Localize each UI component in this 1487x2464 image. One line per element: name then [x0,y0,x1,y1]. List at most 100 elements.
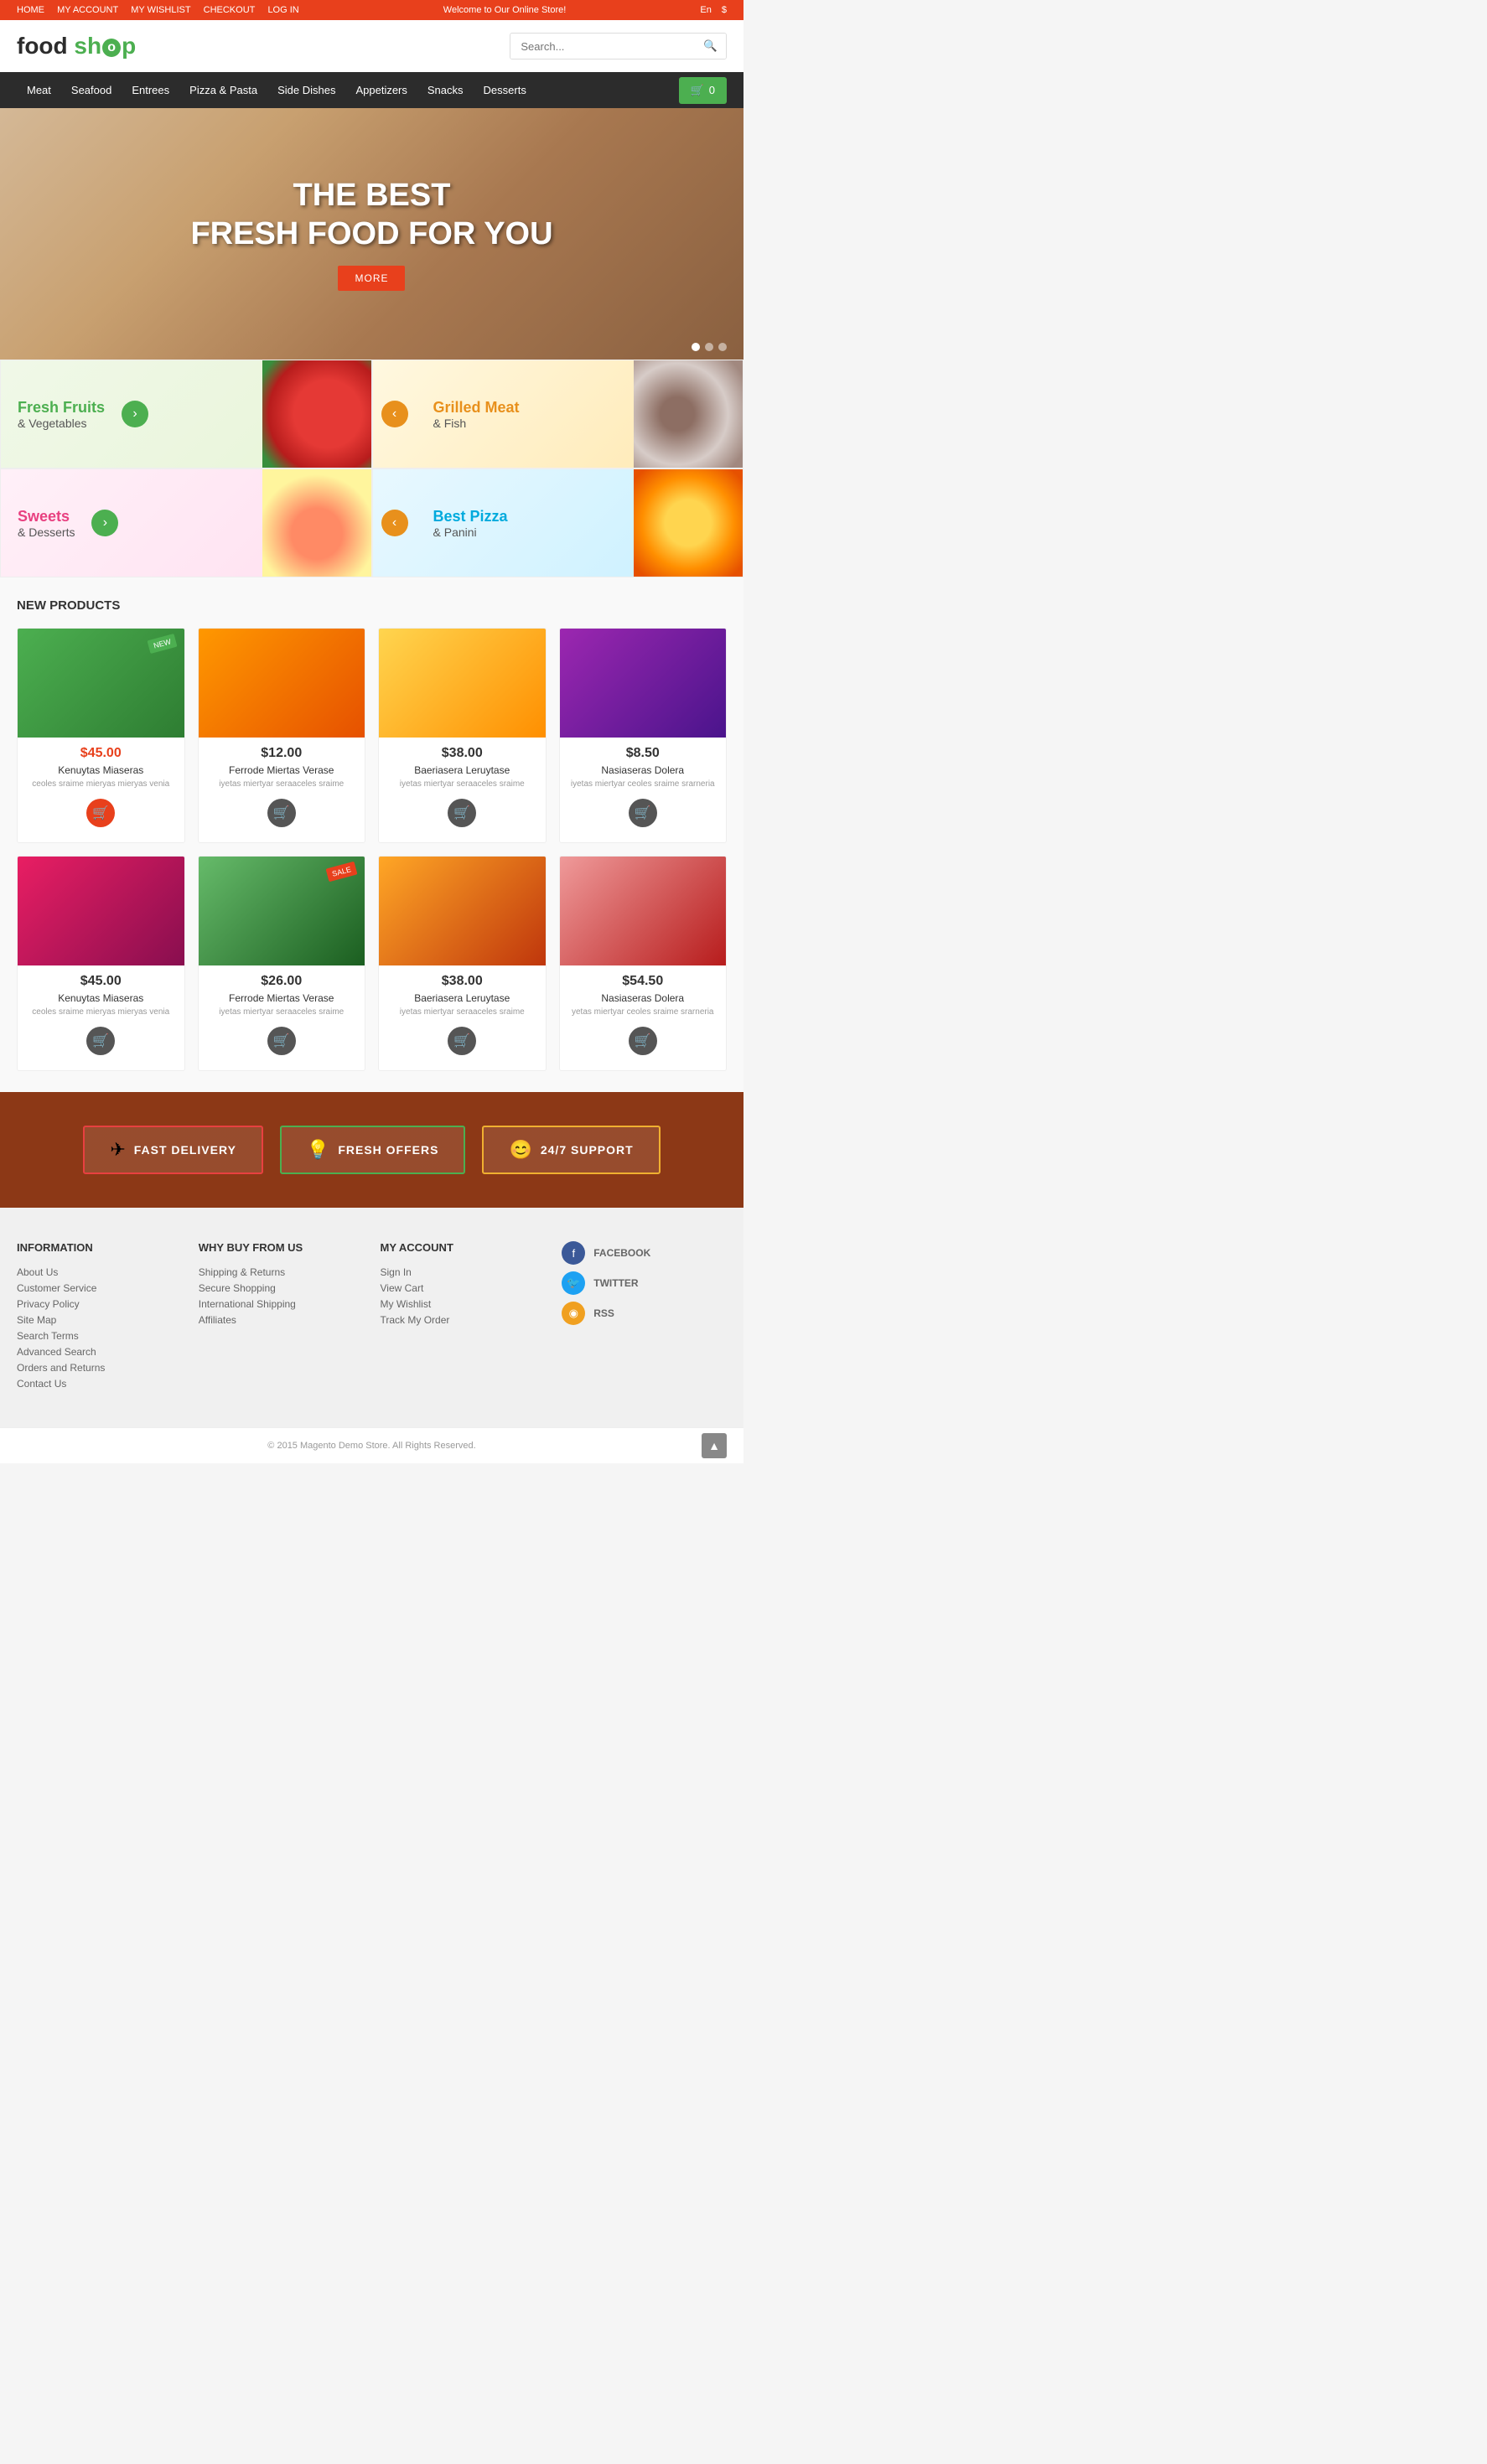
promo-sweets: Sweets & Desserts › [0,468,372,577]
product-image-5 [18,857,184,965]
hero-dot-2[interactable] [705,343,713,351]
product-image-8 [560,857,727,965]
nav-checkout[interactable]: CHECKOUT [204,5,256,15]
promo-fruits: Fresh Fruits & Vegetables › [0,360,372,468]
nav-sides[interactable]: Side Dishes [267,72,345,108]
hero-title: THE BEST FRESH FOOD FOR YOU [190,177,552,253]
nav-appetizers[interactable]: Appetizers [345,72,417,108]
add-to-cart-6[interactable]: 🛒 [267,1027,296,1055]
hero-line2: FRESH FOOD FOR YOU [190,216,552,251]
offers-icon: 💡 [307,1139,329,1161]
nav-entrees[interactable]: Entrees [122,72,179,108]
promo-pizza-arrow[interactable]: ‹ [381,510,408,536]
promo-pizza-text: Best Pizza & Panini [417,491,516,556]
footer-my-wishlist[interactable]: My Wishlist [381,1298,546,1310]
footer-view-cart[interactable]: View Cart [381,1282,546,1294]
hero-dot-1[interactable] [692,343,700,351]
nav-home[interactable]: HOME [17,5,44,15]
twitter-label: TWITTER [593,1277,638,1289]
footer-why-title: WHY BUY FROM US [199,1241,364,1254]
nav-account[interactable]: MY ACCOUNT [57,5,118,15]
product-price-3: $38.00 [387,746,537,761]
hero-more-button[interactable]: MORE [338,266,405,291]
footer-shipping[interactable]: Shipping & Returns [199,1266,364,1278]
footer-track-order[interactable]: Track My Order [381,1314,546,1326]
footer-secure[interactable]: Secure Shopping [199,1282,364,1294]
footer-orders[interactable]: Orders and Returns [17,1362,182,1374]
feature-support: 😊 24/7 SUPPORT [482,1126,660,1174]
promo-fruits-arrow[interactable]: › [122,401,148,427]
features-banner: ✈ FAST DELIVERY 💡 FRESH OFFERS 😊 24/7 SU… [0,1092,744,1208]
add-to-cart-4[interactable]: 🛒 [629,799,657,827]
footer-contact[interactable]: Contact Us [17,1378,182,1390]
product-name-8: Nasiaseras Dolera [568,992,718,1004]
product-image-7 [379,857,546,965]
footer-why: WHY BUY FROM US Shipping & Returns Secur… [199,1241,364,1394]
cart-button[interactable]: 🛒 0 [679,77,727,104]
add-to-cart-1[interactable]: 🛒 [86,799,115,827]
footer-advanced-search[interactable]: Advanced Search [17,1346,182,1358]
facebook-label: FACEBOOK [593,1247,650,1259]
promo-meat: ‹ Grilled Meat & Fish [372,360,744,468]
top-bar-right[interactable]: En $ [700,5,727,15]
add-to-cart-8[interactable]: 🛒 [629,1027,657,1055]
footer-search-terms[interactable]: Search Terms [17,1330,182,1342]
logo[interactable]: food shop [17,33,136,60]
product-price-1: $45.00 [26,746,176,761]
copyright-bar: © 2015 Magento Demo Store. All Rights Re… [0,1427,744,1463]
nav-meat[interactable]: Meat [17,72,61,108]
product-info-1: $45.00 Kenuytas Miaseras ceoles sraime m… [18,738,184,842]
hero-pagination [692,343,727,351]
product-desc-3: iyetas miertyar seraaceles sraime [387,779,537,790]
footer-affiliates[interactable]: Affiliates [199,1314,364,1326]
add-to-cart-7[interactable]: 🛒 [448,1027,476,1055]
promo-meat-arrow[interactable]: ‹ [381,401,408,427]
nav-pizza[interactable]: Pizza & Pasta [179,72,267,108]
promo-fruits-text: Fresh Fruits & Vegetables [1,382,113,447]
product-card-2: $12.00 Ferrode Miertas Verase iyetas mie… [198,628,366,843]
social-twitter[interactable]: 🐦 TWITTER [562,1271,727,1295]
currency-selector[interactable]: $ [722,5,727,15]
nav-desserts[interactable]: Desserts [474,72,536,108]
footer: INFORMATION About Us Customer Service Pr… [0,1208,744,1427]
footer-sitemap[interactable]: Site Map [17,1314,182,1326]
social-rss[interactable]: ◉ RSS [562,1302,727,1325]
search-button[interactable]: 🔍 [695,34,726,59]
promo-fruits-line1: Fresh Fruits [18,399,105,417]
product-info-8: $54.50 Nasiaseras Dolera yetas miertyar … [560,965,727,1070]
hero-dot-3[interactable] [718,343,727,351]
copyright-text: © 2015 Magento Demo Store. All Rights Re… [267,1441,475,1451]
social-facebook[interactable]: f FACEBOOK [562,1241,727,1265]
top-bar-links[interactable]: HOME MY ACCOUNT MY WISHLIST CHECKOUT LOG… [17,5,309,15]
add-to-cart-2[interactable]: 🛒 [267,799,296,827]
nav-wishlist[interactable]: MY WISHLIST [131,5,190,15]
product-desc-7: iyetas miertyar seraaceles sraime [387,1007,537,1018]
product-desc-1: ceoles sraime mieryas mieryas venia [26,779,176,790]
nav-seafood[interactable]: Seafood [61,72,122,108]
promo-pizza-line2: & Panini [433,525,508,539]
footer-account: MY ACCOUNT Sign In View Cart My Wishlist… [381,1241,546,1394]
footer-about[interactable]: About Us [17,1266,182,1278]
search-box[interactable]: 🔍 [510,33,727,60]
footer-international[interactable]: International Shipping [199,1298,364,1310]
nav-login[interactable]: LOG IN [267,5,298,15]
add-to-cart-3[interactable]: 🛒 [448,799,476,827]
promo-sweets-arrow[interactable]: › [91,510,118,536]
product-image-4 [560,629,727,738]
product-info-5: $45.00 Kenuytas Miaseras ceoles sraime m… [18,965,184,1070]
product-desc-8: yetas miertyar ceoles sraime srarneria [568,1007,718,1018]
nav-snacks[interactable]: Snacks [417,72,474,108]
footer-customer-service[interactable]: Customer Service [17,1282,182,1294]
search-input[interactable] [510,34,695,59]
footer-signin[interactable]: Sign In [381,1266,546,1278]
promo-fruits-line2: & Vegetables [18,417,105,430]
product-info-3: $38.00 Baeriasera Leruytase iyetas miert… [379,738,546,842]
product-image-3 [379,629,546,738]
promo-meat-line1: Grilled Meat [433,399,520,417]
new-products-section: NEW PRODUCTS NEW $45.00 Kenuytas Miasera… [0,577,744,1092]
add-to-cart-5[interactable]: 🛒 [86,1027,115,1055]
back-to-top-button[interactable]: ▲ [702,1433,727,1458]
footer-privacy[interactable]: Privacy Policy [17,1298,182,1310]
offers-text: FRESH OFFERS [338,1143,438,1157]
language-selector[interactable]: En [700,5,711,15]
